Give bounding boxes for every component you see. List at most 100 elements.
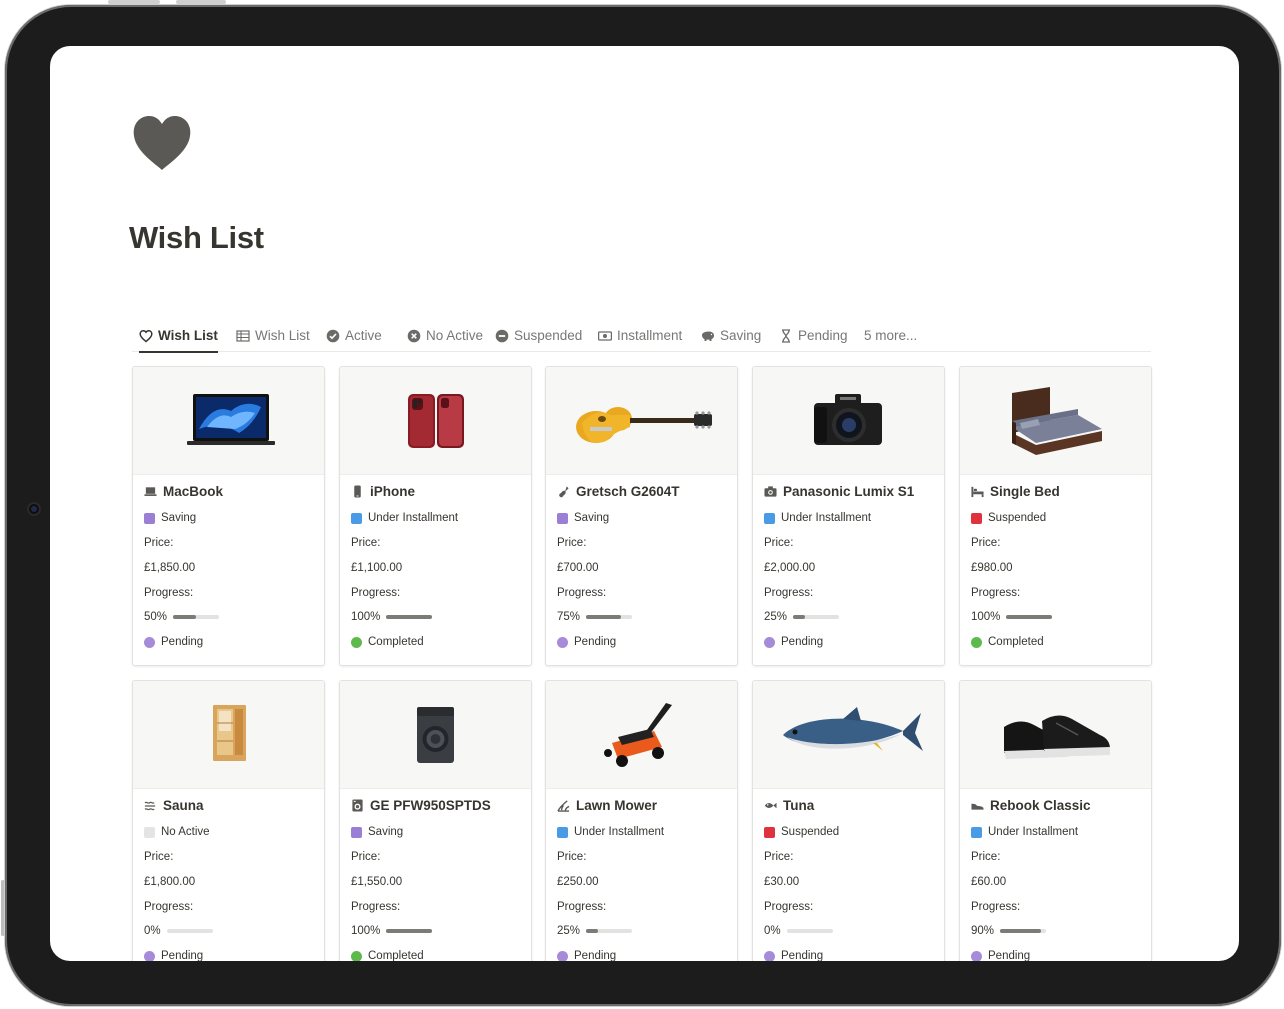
- progress-label: Progress:: [144, 901, 194, 913]
- tab-pending[interactable]: Pending: [779, 320, 848, 351]
- progress-label: Progress:: [351, 901, 401, 913]
- card-name: MacBook: [163, 484, 224, 499]
- tab-suspended[interactable]: Suspended: [495, 320, 582, 351]
- cash-icon: [598, 330, 612, 341]
- heart-icon[interactable]: [132, 114, 192, 172]
- stage-label: Completed: [368, 636, 424, 648]
- stage-label: Pending: [161, 636, 204, 648]
- stage-row: Pending: [971, 950, 1030, 961]
- tab-wish-list[interactable]: Wish List: [236, 320, 310, 351]
- gallery-card[interactable]: iPhone Under Installment Price: £1,100.00 Pr…: [339, 366, 532, 666]
- tab-label: Suspended: [514, 328, 583, 343]
- stage-label: Pending: [574, 636, 617, 648]
- tab-installment[interactable]: Installment: [598, 320, 682, 351]
- stage-label: Completed: [368, 950, 424, 961]
- price-label: Price:: [971, 537, 1001, 549]
- price-label-row: Price:: [144, 851, 173, 863]
- stage-row: Pending: [764, 636, 823, 648]
- card-title: GE PFW950SPTDS: [351, 798, 523, 813]
- price-label-row: Price:: [971, 537, 1000, 549]
- tab-label: Installment: [617, 328, 683, 343]
- card-name: Sauna: [163, 798, 204, 813]
- progress-percent: 100%: [971, 611, 1001, 623]
- gallery-card[interactable]: Tuna Suspended Price: £30.00 Progress: 0% Pend…: [752, 680, 945, 961]
- gallery-card[interactable]: Single Bed Suspended Price: £980.00 Progress…: [959, 366, 1152, 666]
- tab-label: Saving: [720, 328, 762, 343]
- progress-label-row: Progress:: [764, 901, 813, 913]
- price-label-row: Price:: [764, 537, 793, 549]
- gallery-card[interactable]: Sauna No Active Price: £1,800.00 Progress: 0%…: [132, 680, 325, 961]
- tab-more[interactable]: 5 more...: [864, 320, 917, 351]
- price-label: Price:: [764, 537, 794, 549]
- progress-bar: [786, 929, 833, 933]
- card-title: Rebook Classic: [971, 798, 1143, 813]
- status-color-swatch: [557, 826, 568, 838]
- progress-row: 75%: [557, 611, 633, 623]
- progress-bar: [586, 615, 633, 619]
- progress-percent: 50%: [144, 611, 168, 623]
- status-color-swatch: [557, 512, 568, 524]
- price-value: £1,800.00: [144, 876, 196, 888]
- tab-saving[interactable]: Saving: [701, 320, 761, 351]
- stage-row: Completed: [351, 636, 424, 648]
- stage-dot: [557, 636, 568, 648]
- price-label-row: Price:: [557, 537, 586, 549]
- phone-icon: [354, 485, 361, 498]
- gallery-card[interactable]: GE PFW950SPTDS Saving Price: £1,550.00 Progr…: [339, 680, 532, 961]
- gallery-card[interactable]: Rebook Classic Under Installment Price: £60…: [959, 680, 1152, 961]
- status-tag: Saving: [144, 512, 196, 524]
- progress-bar: [173, 615, 220, 619]
- status-tag: Under Installment: [351, 512, 458, 524]
- macbook-image: [187, 394, 275, 445]
- status-tag: Suspended: [971, 512, 1046, 524]
- card-cover: [133, 367, 324, 475]
- tab-wish-list[interactable]: Wish List: [139, 320, 218, 353]
- iphone-image: [408, 394, 464, 448]
- price-label: Price:: [971, 851, 1001, 863]
- progress-row: 100%: [971, 611, 1053, 623]
- status-color-swatch: [764, 826, 775, 838]
- price-value-row: £2,000.00: [764, 562, 815, 574]
- gallery-card[interactable]: Gretsch G2604T Saving Price: £700.00 Progres…: [545, 366, 738, 666]
- card-title: Tuna: [764, 798, 936, 813]
- bed-icon: [971, 486, 984, 498]
- price-label-row: Price:: [144, 537, 173, 549]
- progress-bar-fill: [1000, 929, 1042, 933]
- card-title: Sauna: [144, 798, 316, 813]
- card-title: Lawn Mower: [557, 798, 729, 813]
- gallery-card[interactable]: Panasonic Lumix S1 Under Installment Price…: [752, 366, 945, 666]
- stage-label: Pending: [781, 636, 824, 648]
- price-label: Price:: [351, 851, 381, 863]
- card-title: iPhone: [351, 484, 523, 499]
- price-value-row: £1,850.00: [144, 562, 195, 574]
- stage-label: Pending: [781, 950, 824, 961]
- gallery-card[interactable]: MacBook Saving Price: £1,850.00 Progress: 50%…: [132, 366, 325, 666]
- progress-bar: [386, 929, 433, 933]
- progress-row: 90%: [971, 925, 1047, 937]
- status-color-swatch: [971, 826, 982, 838]
- progress-label-row: Progress:: [144, 901, 193, 913]
- stage-dot: [971, 636, 982, 648]
- price-value: £60.00: [971, 876, 1007, 888]
- tab-active[interactable]: Active: [326, 320, 382, 351]
- progress-bar: [386, 615, 433, 619]
- status-label: No Active: [161, 826, 210, 838]
- gallery-card[interactable]: Lawn Mower Under Installment Price: £250.00…: [545, 680, 738, 961]
- progress-bar: [166, 929, 213, 933]
- tab-no-active[interactable]: No Active: [407, 320, 483, 351]
- stage-dot: [557, 950, 568, 961]
- status-tag: Under Installment: [557, 826, 664, 838]
- price-label-row: Price:: [557, 851, 586, 863]
- card-name: Lawn Mower: [576, 798, 658, 813]
- status-color-swatch: [144, 512, 155, 524]
- price-label-row: Price:: [351, 537, 380, 549]
- card-title: Single Bed: [971, 484, 1143, 499]
- status-tag: Suspended: [764, 826, 839, 838]
- price-label: Price:: [557, 537, 587, 549]
- progress-label-row: Progress:: [144, 587, 193, 599]
- price-value: £1,850.00: [144, 562, 196, 574]
- tab-label: 5 more...: [864, 328, 918, 343]
- progress-bar: [1000, 929, 1047, 933]
- price-value-row: £30.00: [764, 876, 799, 888]
- card-cover: [546, 367, 737, 475]
